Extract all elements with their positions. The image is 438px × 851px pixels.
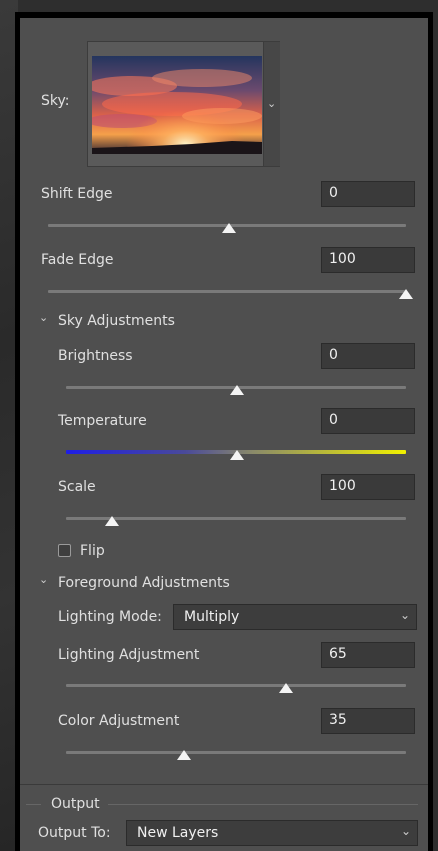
foreground-adjustments-header[interactable]: Foreground Adjustments [58,575,230,591]
brightness-field[interactable]: 0 [321,343,415,369]
color-adjustment-slider-track[interactable] [66,751,406,754]
lighting-mode-select[interactable]: Multiply ⌄ [173,604,417,630]
fade-edge-field[interactable]: 100 [321,247,415,273]
color-adjustment-field[interactable]: 35 [321,708,415,734]
chevron-down-icon: ⌄ [267,97,277,110]
lighting-adjustment-slider-track[interactable] [66,684,406,687]
sky-preset-picker[interactable]: ⌄ [87,41,280,167]
flip-checkbox[interactable] [58,544,71,557]
output-group-label: Output [51,796,100,812]
lighting-mode-label: Lighting Mode: [58,609,162,625]
lighting-adjustment-label: Lighting Adjustment [58,647,200,663]
sky-adjustments-header[interactable]: Sky Adjustments [58,313,175,329]
color-adjustment-label: Color Adjustment [58,713,180,729]
fade-edge-label: Fade Edge [41,252,114,268]
chevron-down-icon: ⌄ [399,608,410,622]
sky-dropdown-button[interactable]: ⌄ [263,42,280,166]
shift-edge-label: Shift Edge [41,186,113,202]
output-to-select[interactable]: New Layers ⌄ [126,820,418,846]
output-group-line-right [108,804,418,805]
sky-adjustments-toggle-icon[interactable]: ⌄ [39,311,48,324]
fade-edge-slider-track[interactable] [48,290,406,293]
temperature-field[interactable]: 0 [321,408,415,434]
lighting-adjustment-field[interactable]: 65 [321,642,415,668]
temperature-label: Temperature [58,413,147,429]
sky-thumbnail[interactable] [92,56,262,154]
flip-label[interactable]: Flip [80,543,105,559]
lighting-mode-value: Multiply [184,609,240,625]
output-divider [20,784,428,785]
sky-replacement-panel: Sky: ⌄ Shift Edge 0 Fade Edge 100 ⌄ Sky … [15,12,433,851]
scale-label: Scale [58,479,96,495]
scale-field[interactable]: 100 [321,474,415,500]
brightness-label: Brightness [58,348,133,364]
sky-label: Sky: [41,93,70,109]
chevron-down-icon: ⌄ [400,824,411,838]
output-to-value: New Layers [137,825,219,841]
shift-edge-field[interactable]: 0 [321,181,415,207]
output-group-line-left [26,804,41,805]
foreground-adjustments-toggle-icon[interactable]: ⌄ [39,573,48,586]
output-to-label: Output To: [38,825,111,841]
